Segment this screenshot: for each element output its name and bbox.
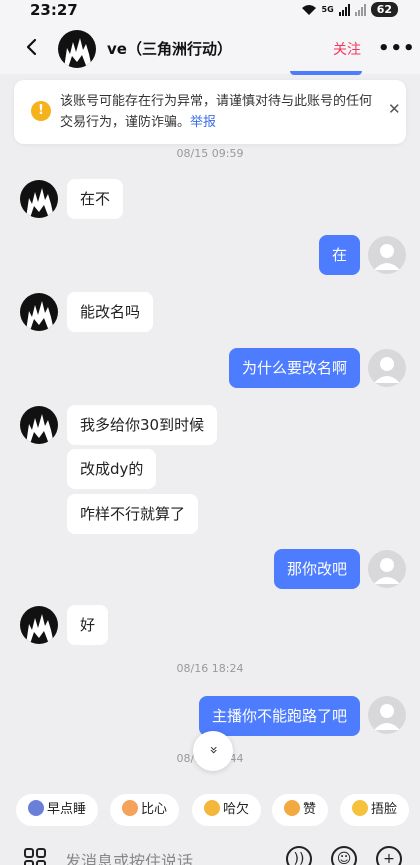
- quick-reply-chip[interactable]: 早点睡: [16, 794, 99, 826]
- voice-icon[interactable]: )): [286, 846, 312, 865]
- message-bubble-received[interactable]: 咋样不行就算了: [67, 494, 199, 534]
- more-icon[interactable]: •••: [378, 38, 416, 59]
- message-bubble-received[interactable]: 好: [67, 605, 109, 645]
- contact-avatar[interactable]: [20, 406, 58, 444]
- timestamp: 08/15 09:59: [176, 147, 244, 160]
- message-bubble-received[interactable]: 我多给你30到时候: [67, 405, 218, 445]
- sleep-emoji-icon: [28, 800, 44, 816]
- chat-header: ve（三角洲行动） 关注 •••: [0, 22, 420, 74]
- fraud-warning-banner: ! 该账号可能存在行为异常，请谨慎对待与此账号的任何交易行为，谨防诈骗。举报 ✕: [14, 80, 406, 144]
- quick-reply-label: 赞: [303, 802, 317, 817]
- quick-reply-label: 比心: [141, 802, 168, 817]
- yawn-emoji-icon: [204, 800, 220, 816]
- my-avatar[interactable]: [368, 696, 406, 734]
- contact-name[interactable]: ve（三角洲行动）: [107, 38, 232, 59]
- heart-hands-emoji-icon: [122, 800, 138, 816]
- emoji-icon[interactable]: ☺: [331, 846, 357, 865]
- scroll-to-bottom-button[interactable]: »: [193, 731, 233, 771]
- message-bubble-sent[interactable]: 为什么要改名啊: [228, 348, 360, 388]
- warning-text: 该账号可能存在行为异常，请谨慎对待与此账号的任何交易行为，谨防诈骗。举报: [60, 91, 376, 133]
- quick-reply-chip[interactable]: 比心: [110, 794, 180, 826]
- my-avatar[interactable]: [368, 236, 406, 274]
- plus-icon[interactable]: +: [376, 846, 402, 865]
- quick-reply-chip[interactable]: 赞: [272, 794, 329, 826]
- thumbs-up-emoji-icon: [284, 800, 300, 816]
- quick-reply-label: 早点睡: [47, 802, 87, 817]
- contact-avatar[interactable]: [20, 293, 58, 331]
- follow-button[interactable]: 关注: [333, 39, 361, 59]
- double-chevron-down-icon: »: [204, 745, 221, 755]
- status-icons: 5G 62: [301, 2, 398, 17]
- status-bar: 23:27 5G 62: [0, 0, 420, 22]
- quick-reply-bar: 早点睡 比心 哈欠 赞 捂脸: [0, 790, 420, 830]
- quick-reply-chip[interactable]: 哈欠: [192, 794, 262, 826]
- my-avatar[interactable]: [368, 550, 406, 588]
- message-bubble-received[interactable]: 能改名吗: [67, 292, 154, 332]
- my-avatar[interactable]: [368, 349, 406, 387]
- quick-reply-chip[interactable]: 捂脸: [340, 794, 410, 826]
- report-link[interactable]: 举报: [190, 115, 216, 130]
- apps-grid-icon[interactable]: [24, 848, 46, 865]
- signal-2-icon: [354, 3, 366, 16]
- message-bubble-received[interactable]: 改成dy的: [67, 449, 157, 489]
- message-bubble-received[interactable]: 在不: [67, 179, 124, 219]
- contact-avatar[interactable]: [58, 30, 96, 68]
- back-arrow-icon[interactable]: [22, 37, 42, 57]
- facepalm-emoji-icon: [352, 800, 368, 816]
- contact-avatar[interactable]: [20, 180, 58, 218]
- message-bubble-sent[interactable]: 主播你不能跑路了吧: [198, 696, 360, 736]
- quick-reply-label: 哈欠: [223, 802, 250, 817]
- close-icon[interactable]: ✕: [388, 100, 401, 118]
- signal-icon: [338, 3, 350, 16]
- timestamp: 08/16 18:24: [176, 662, 244, 675]
- message-bubble-sent[interactable]: 那你改吧: [273, 549, 360, 589]
- message-input[interactable]: 发消息或按住说话...: [65, 848, 208, 865]
- network-label: 5G: [321, 5, 334, 14]
- wifi-icon: [301, 4, 316, 15]
- status-time: 23:27: [30, 1, 78, 19]
- message-bubble-sent[interactable]: 在: [318, 235, 360, 275]
- battery-icon: 62: [370, 2, 398, 17]
- message-input-bar: 发消息或按住说话... )) ☺ +: [0, 836, 420, 865]
- previous-message-edge: [290, 71, 362, 75]
- quick-reply-label: 捂脸: [371, 802, 398, 817]
- warning-icon: !: [31, 101, 51, 121]
- contact-avatar[interactable]: [20, 606, 58, 644]
